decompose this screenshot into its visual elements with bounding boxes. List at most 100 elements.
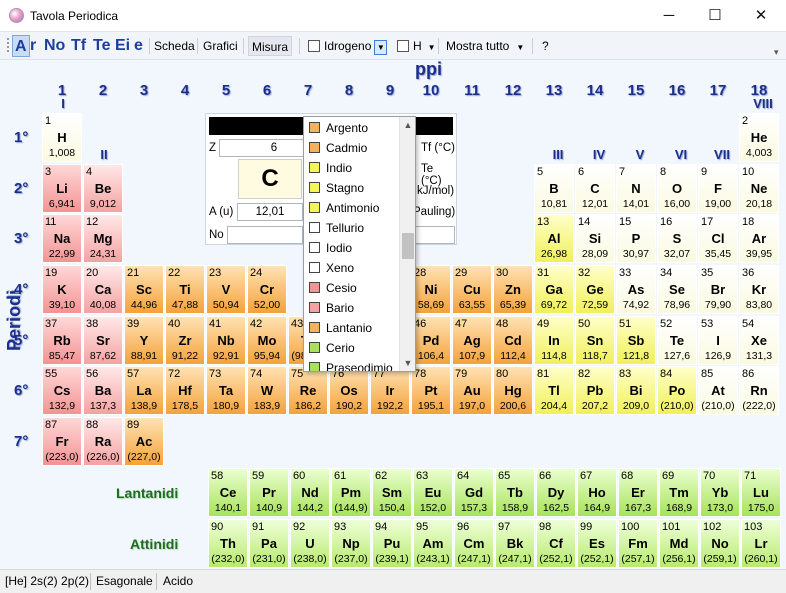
element-cell-u[interactable]: 92 U (238,0): [290, 519, 330, 568]
element-cell-cd[interactable]: 48 Cd 112,4: [493, 316, 533, 365]
element-cell-sm[interactable]: 62 Sm 150,4: [372, 468, 412, 517]
element-cell-fm[interactable]: 100 Fm (257,1): [618, 519, 658, 568]
element-cell-si[interactable]: 14 Si 28,09: [575, 214, 615, 263]
element-cell-re[interactable]: 75 Re 186,2: [288, 366, 328, 415]
element-cell-al[interactable]: 13 Al 26,98: [534, 214, 574, 263]
element-cell-ge[interactable]: 32 Ge 72,59: [575, 265, 615, 314]
chevron-down-icon[interactable]: ▼: [428, 43, 436, 52]
element-cell-b[interactable]: 5 B 10,81: [534, 164, 574, 213]
element-cell-ta[interactable]: 73 Ta 180,9: [206, 366, 246, 415]
element-cell-mg[interactable]: 12 Mg 24,31: [83, 214, 123, 263]
element-cell-sc[interactable]: 21 Sc 44,96: [124, 265, 164, 314]
mass-value-field[interactable]: 12,01: [237, 203, 303, 221]
symbol-checkbox[interactable]: [397, 40, 409, 52]
format-button-te[interactable]: Te: [93, 35, 110, 57]
element-cell-eu[interactable]: 63 Eu 152,0: [413, 468, 453, 517]
element-cell-in[interactable]: 49 In 114,8: [534, 316, 574, 365]
element-cell-be[interactable]: 4 Be 9,012: [83, 164, 123, 213]
element-cell-la[interactable]: 57 La 138,9: [124, 366, 164, 415]
element-cell-er[interactable]: 68 Er 167,3: [618, 468, 658, 517]
element-cell-po[interactable]: 84 Po (210,0): [657, 366, 697, 415]
element-cell-dy[interactable]: 66 Dy 162,5: [536, 468, 576, 517]
element-cell-es[interactable]: 99 Es (252,1): [577, 519, 617, 568]
minimize-button[interactable]: ─: [646, 0, 692, 32]
dropdown-item[interactable]: Antimonio: [304, 198, 400, 218]
element-cell-br[interactable]: 35 Br 79,90: [698, 265, 738, 314]
element-cell-fr[interactable]: 87 Fr (223,0): [42, 417, 82, 466]
element-cell-rn[interactable]: 86 Rn (222,0): [739, 366, 779, 415]
element-cell-sb[interactable]: 51 Sb 121,8: [616, 316, 656, 365]
element-cell-th[interactable]: 90 Th (232,0): [208, 519, 248, 568]
element-cell-cf[interactable]: 98 Cf (252,1): [536, 519, 576, 568]
element-cell-v[interactable]: 23 V 50,94: [206, 265, 246, 314]
filter-selector[interactable]: Mostra tutto ▼: [443, 36, 527, 56]
no-value-field[interactable]: [227, 226, 303, 244]
element-selector[interactable]: Idrogeno ▼: [305, 36, 390, 56]
scrollbar-thumb[interactable]: [402, 233, 414, 259]
element-cell-cr[interactable]: 24 Cr 52,00: [247, 265, 287, 314]
misura-button[interactable]: Misura: [248, 36, 293, 56]
close-button[interactable]: ✕: [738, 0, 784, 32]
element-cell-c[interactable]: 6 C 12,01: [575, 164, 615, 213]
element-cell-gd[interactable]: 64 Gd 157,3: [454, 468, 494, 517]
dropdown-item[interactable]: Cesio: [304, 278, 400, 298]
format-button-no[interactable]: No: [44, 35, 65, 57]
grafici-button[interactable]: Grafici: [200, 36, 241, 56]
format-button-a[interactable]: A: [12, 35, 30, 57]
scroll-down-icon[interactable]: ▼: [400, 355, 415, 371]
element-cell-at[interactable]: 85 At (210,0): [698, 366, 738, 415]
element-cell-pb[interactable]: 82 Pb 207,2: [575, 366, 615, 415]
dropdown-item[interactable]: Tellurio: [304, 218, 400, 238]
element-dropdown-list[interactable]: Argento Cadmio Indio Stagno Antimonio Telluri…: [303, 116, 416, 372]
element-cell-s[interactable]: 16 S 32,07: [657, 214, 697, 263]
element-cell-pu[interactable]: 94 Pu (239,1): [372, 519, 412, 568]
element-cell-o[interactable]: 8 O 16,00: [657, 164, 697, 213]
maximize-button[interactable]: ☐: [692, 0, 738, 32]
element-cell-pr[interactable]: 59 Pr 140,9: [249, 468, 289, 517]
dropdown-item[interactable]: Lantanio: [304, 318, 400, 338]
element-cell-xe[interactable]: 54 Xe 131,3: [739, 316, 779, 365]
dropdown-item[interactable]: Praseodimio: [304, 358, 400, 371]
element-cell-na[interactable]: 11 Na 22,99: [42, 214, 82, 263]
element-cell-ti[interactable]: 22 Ti 47,88: [165, 265, 205, 314]
element-cell-as[interactable]: 33 As 74,92: [616, 265, 656, 314]
element-cell-no[interactable]: 102 No (259,1): [700, 519, 740, 568]
element-cell-tl[interactable]: 81 Tl 204,4: [534, 366, 574, 415]
element-cell-ac[interactable]: 89 Ac (227,0): [124, 417, 164, 466]
element-cell-am[interactable]: 95 Am (243,1): [413, 519, 453, 568]
element-cell-cm[interactable]: 96 Cm (247,1): [454, 519, 494, 568]
element-cell-rb[interactable]: 37 Rb 85,47: [42, 316, 82, 365]
element-cell-n[interactable]: 7 N 14,01: [616, 164, 656, 213]
element-cell-bk[interactable]: 97 Bk (247,1): [495, 519, 535, 568]
chevron-down-icon[interactable]: ▼: [516, 43, 524, 52]
element-cell-au[interactable]: 79 Au 197,0: [452, 366, 492, 415]
element-cell-hf[interactable]: 72 Hf 178,5: [165, 366, 205, 415]
element-cell-zn[interactable]: 30 Zn 65,39: [493, 265, 533, 314]
dropdown-item[interactable]: Stagno: [304, 178, 400, 198]
element-cell-p[interactable]: 15 P 30,97: [616, 214, 656, 263]
element-cell-nd[interactable]: 60 Nd 144,2: [290, 468, 330, 517]
scheda-button[interactable]: Scheda: [151, 36, 198, 56]
element-cell-np[interactable]: 93 Np (237,0): [331, 519, 371, 568]
element-cell-te[interactable]: 52 Te 127,6: [657, 316, 697, 365]
dropdown-item[interactable]: Argento: [304, 118, 400, 138]
element-cell-lu[interactable]: 71 Lu 175,0: [741, 468, 781, 517]
element-cell-bi[interactable]: 83 Bi 209,0: [616, 366, 656, 415]
dropdown-scrollbar[interactable]: ▲ ▼: [399, 117, 415, 371]
element-cell-ba[interactable]: 56 Ba 137,3: [83, 366, 123, 415]
element-cell-ca[interactable]: 20 Ca 40,08: [83, 265, 123, 314]
element-cell-pd[interactable]: 46 Pd 106,4: [411, 316, 451, 365]
dropdown-item[interactable]: Cadmio: [304, 138, 400, 158]
element-cell-sn[interactable]: 50 Sn 118,7: [575, 316, 615, 365]
element-cell-ni[interactable]: 28 Ni 58,69: [411, 265, 451, 314]
help-button[interactable]: ?: [539, 36, 552, 56]
element-cell-sr[interactable]: 38 Sr 87,62: [83, 316, 123, 365]
element-cell-se[interactable]: 34 Se 78,96: [657, 265, 697, 314]
element-cell-li[interactable]: 3 Li 6,941: [42, 164, 82, 213]
dropdown-item[interactable]: Bario: [304, 298, 400, 318]
element-cell-hg[interactable]: 80 Hg 200,6: [493, 366, 533, 415]
element-cell-ag[interactable]: 47 Ag 107,9: [452, 316, 492, 365]
element-cell-pa[interactable]: 91 Pa (231,0): [249, 519, 289, 568]
element-cell-cu[interactable]: 29 Cu 63,55: [452, 265, 492, 314]
element-cell-w[interactable]: 74 W 183,9: [247, 366, 287, 415]
